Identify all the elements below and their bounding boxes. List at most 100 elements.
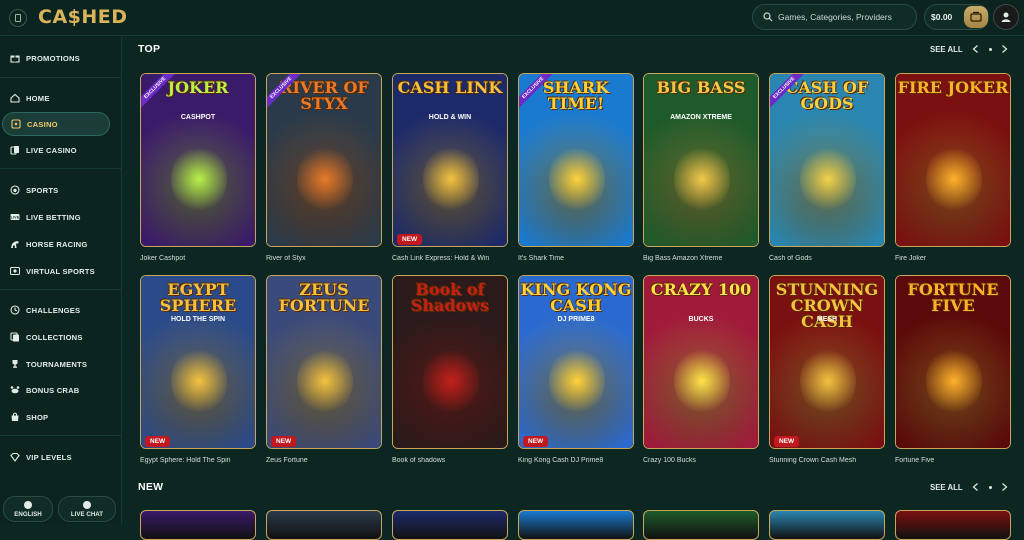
gift-icon: [10, 53, 20, 63]
sidebar-item-challenges[interactable]: CHALLENGES: [2, 298, 110, 322]
sports-icon: [10, 185, 20, 195]
game-logo-text: ZEUS FORTUNE: [278, 280, 370, 315]
game-card[interactable]: EGYPT SPHERE HOLD THE SPIN NEW: [140, 275, 256, 449]
game-name[interactable]: Stunning Crown Cash Mesh: [769, 457, 894, 464]
game-card[interactable]: KING KONG CASH DJ PRIME8 NEW: [518, 275, 634, 449]
game-card[interactable]: RIVER OF STYX EXCLUSIVE: [266, 73, 382, 247]
game-card[interactable]: [769, 510, 885, 540]
sidebar-item-label: VIRTUAL SPORTS: [26, 266, 95, 276]
flag-icon: [24, 500, 32, 509]
diamond-icon: [10, 452, 20, 462]
game-name[interactable]: Fortune Five: [895, 457, 1020, 464]
game-card[interactable]: STUNNING CROWN CASH MESH NEW: [769, 275, 885, 449]
cards-icon: [10, 145, 20, 155]
new-badge: NEW: [523, 436, 549, 447]
search-icon: [763, 12, 773, 22]
game-card[interactable]: FORTUNE FIVE: [895, 275, 1011, 449]
sidebar-item-label: VIP LEVELS: [26, 452, 72, 462]
user-icon: [1001, 12, 1011, 22]
game-name[interactable]: Joker Cashpot: [140, 255, 265, 262]
sidebar-item-shop[interactable]: SHOP: [2, 405, 110, 429]
game-name[interactable]: King Kong Cash DJ Prime8: [518, 457, 643, 464]
game-card[interactable]: BIG BASS AMAZON XTREME: [643, 73, 759, 247]
account-button[interactable]: [993, 4, 1019, 30]
sidebar-item-promotions[interactable]: PROMOTIONS: [2, 46, 110, 70]
see-all-new-link[interactable]: SEE ALL: [930, 483, 963, 492]
game-name[interactable]: Cash of Gods: [769, 255, 894, 262]
game-name[interactable]: Cash Link Express: Hold & Win: [392, 255, 517, 262]
game-card[interactable]: JOKER CASHPOT EXCLUSIVE: [140, 73, 256, 247]
game-artwork: [171, 144, 227, 214]
game-logo-subtext: HOLD & WIN: [428, 114, 472, 121]
sidebar-item-vip-levels[interactable]: VIP LEVELS: [2, 445, 110, 469]
language-button[interactable]: ENGLISH: [3, 496, 53, 522]
game-name[interactable]: Big Bass Amazon Xtreme: [643, 255, 768, 262]
game-name[interactable]: Book of shadows: [392, 457, 517, 464]
live-chat-button[interactable]: LIVE CHAT: [58, 496, 116, 522]
game-name[interactable]: Crazy 100 Bucks: [643, 457, 768, 464]
trophy-icon: [10, 359, 20, 369]
game-card[interactable]: Book of Shadows: [392, 275, 508, 449]
sidebar-item-tournaments[interactable]: TOURNAMENTS: [2, 352, 110, 376]
game-name[interactable]: Fire Joker: [895, 255, 1020, 262]
game-card[interactable]: [140, 510, 256, 540]
sidebar-item-bonus-crab[interactable]: BONUS CRAB: [2, 378, 110, 402]
section-title-top: TOP: [138, 43, 161, 55]
sidebar-item-sports[interactable]: SPORTS: [2, 178, 110, 202]
sidebar-item-home[interactable]: HOME: [2, 86, 110, 110]
see-all-top-link[interactable]: SEE ALL: [930, 45, 963, 54]
site-logo[interactable]: CA$HED: [38, 6, 128, 28]
sidebar: PROMOTIONS HOME CASINO LIVE CASINO SPORT…: [0, 37, 122, 524]
game-card[interactable]: [643, 510, 759, 540]
search-bar[interactable]: [752, 4, 917, 30]
sidebar-item-live-betting[interactable]: LIVE LIVE BETTING: [2, 205, 110, 229]
game-card[interactable]: FIRE JOKER: [895, 73, 1011, 247]
game-name[interactable]: Zeus Fortune: [266, 457, 391, 464]
sidebar-item-casino[interactable]: CASINO: [2, 112, 110, 136]
game-logo-subtext: DJ PRIME8: [557, 316, 595, 323]
chevron-right-icon[interactable]: [998, 481, 1010, 493]
new-badge: NEW: [397, 234, 423, 245]
sidebar-divider: [0, 289, 122, 290]
game-artwork: [297, 144, 353, 214]
chevron-left-icon[interactable]: [970, 43, 982, 55]
search-input[interactable]: [778, 12, 908, 22]
game-card[interactable]: [895, 510, 1011, 540]
sidebar-toggle-button[interactable]: [9, 9, 27, 27]
sidebar-item-live-casino[interactable]: LIVE CASINO: [2, 138, 110, 162]
sidebar-item-label: HORSE RACING: [26, 239, 88, 249]
language-label: ENGLISH: [14, 510, 42, 518]
horse-icon: [10, 239, 20, 249]
game-card[interactable]: CASH LINK HOLD & WIN NEW: [392, 73, 508, 247]
game-name[interactable]: It's Shark Time: [518, 255, 643, 262]
sidebar-icon: [15, 14, 21, 22]
challenge-icon: [10, 305, 20, 315]
game-card[interactable]: CASH OF GODS EXCLUSIVE: [769, 73, 885, 247]
game-card[interactable]: CRAZY 100 BUCKS: [643, 275, 759, 449]
sidebar-item-label: LIVE BETTING: [26, 212, 81, 222]
sidebar-item-virtual-sports[interactable]: VIRTUAL SPORTS: [2, 259, 110, 283]
sidebar-item-horse-racing[interactable]: HORSE RACING: [2, 232, 110, 256]
chevron-left-icon[interactable]: [970, 481, 982, 493]
sidebar-item-label: CASINO: [27, 119, 58, 129]
game-artwork: [171, 346, 227, 416]
game-artwork: [297, 346, 353, 416]
game-artwork: [549, 144, 605, 214]
game-artwork: [423, 144, 479, 214]
wallet-button[interactable]: [964, 6, 988, 28]
sidebar-divider: [0, 435, 122, 436]
sidebar-item-collections[interactable]: COLLECTIONS: [2, 325, 110, 349]
game-logo-subtext: MESH: [816, 316, 838, 323]
game-artwork: [926, 346, 982, 416]
game-card[interactable]: ZEUS FORTUNE NEW: [266, 275, 382, 449]
game-card[interactable]: [518, 510, 634, 540]
game-name[interactable]: Egypt Sphere: Hold The Spin: [140, 457, 265, 464]
virtual-icon: [10, 266, 20, 276]
game-artwork: [800, 346, 856, 416]
game-card[interactable]: [392, 510, 508, 540]
game-card[interactable]: [266, 510, 382, 540]
game-card[interactable]: SHARK TIME! EXCLUSIVE: [518, 73, 634, 247]
chevron-right-icon[interactable]: [998, 43, 1010, 55]
sidebar-item-label: CHALLENGES: [26, 305, 81, 315]
game-name[interactable]: River of Styx: [266, 255, 391, 262]
